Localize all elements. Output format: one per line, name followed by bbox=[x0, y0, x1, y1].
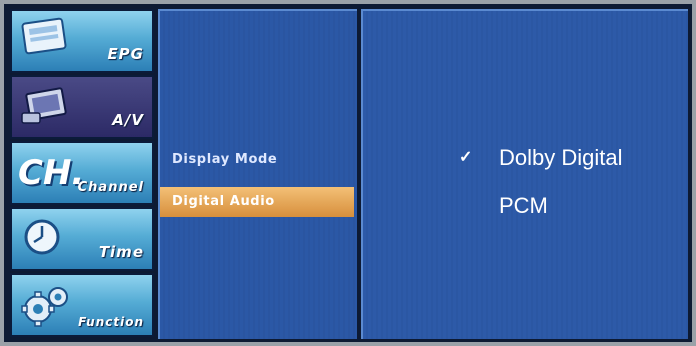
option-dolby-digital[interactable]: ✓ Dolby Digital bbox=[363, 141, 690, 175]
menu-item-digital-audio[interactable]: Digital Audio bbox=[160, 187, 354, 217]
sidebar-item-label: Time bbox=[98, 243, 144, 261]
sidebar-item-av[interactable]: A/V bbox=[10, 75, 154, 139]
checkmark-icon: ✓ bbox=[459, 149, 473, 166]
gear-icon bbox=[18, 281, 78, 329]
menu-item-label: Digital Audio bbox=[172, 194, 275, 209]
sidebar-item-epg[interactable]: EPG bbox=[10, 9, 154, 73]
av-icon bbox=[18, 83, 78, 131]
epg-icon bbox=[18, 17, 78, 65]
option-label: Dolby Digital bbox=[499, 145, 623, 170]
option-pcm[interactable]: PCM bbox=[363, 189, 690, 223]
sidebar-item-channel[interactable]: CH. Channel bbox=[10, 141, 154, 205]
clock-icon bbox=[18, 215, 78, 263]
option-label: PCM bbox=[499, 193, 548, 218]
sidebar-item-label: Function bbox=[78, 315, 144, 329]
sidebar-item-label: EPG bbox=[107, 45, 144, 63]
menu-item-display-mode[interactable]: Display Mode bbox=[160, 145, 354, 175]
options-panel: ✓ Dolby Digital PCM bbox=[361, 9, 688, 339]
tv-osd-screen: EPG A/V CH. Channel Time Function Displa… bbox=[4, 4, 692, 342]
sidebar: EPG A/V CH. Channel Time Function bbox=[10, 9, 154, 339]
submenu-panel: Display Mode Digital Audio bbox=[158, 9, 357, 339]
sidebar-item-time[interactable]: Time bbox=[10, 207, 154, 271]
menu-item-label: Display Mode bbox=[172, 152, 278, 167]
sidebar-item-label: Channel bbox=[77, 180, 144, 195]
sidebar-item-function[interactable]: Function bbox=[10, 273, 154, 337]
sidebar-item-label: A/V bbox=[112, 111, 144, 129]
